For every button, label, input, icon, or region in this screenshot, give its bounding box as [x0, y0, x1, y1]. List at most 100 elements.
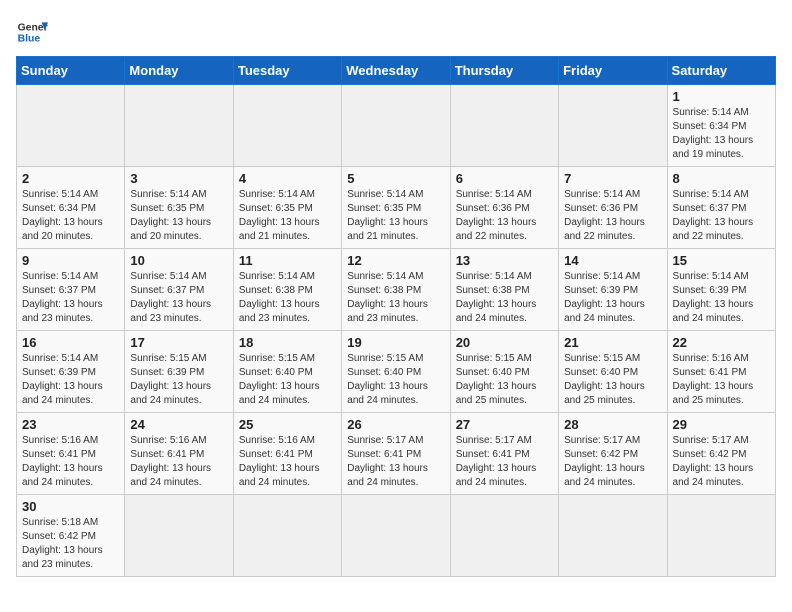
day-number: 21: [564, 335, 661, 350]
day-number: 30: [22, 499, 119, 514]
day-number: 15: [673, 253, 770, 268]
calendar-day-cell: 7Sunrise: 5:14 AM Sunset: 6:36 PM Daylig…: [559, 167, 667, 249]
day-info: Sunrise: 5:16 AM Sunset: 6:41 PM Dayligh…: [130, 434, 227, 490]
day-info: Sunrise: 5:14 AM Sunset: 6:36 PM Dayligh…: [456, 188, 553, 244]
day-info: Sunrise: 5:14 AM Sunset: 6:37 PM Dayligh…: [673, 188, 770, 244]
day-number: 10: [130, 253, 227, 268]
weekday-header-sunday: Sunday: [17, 57, 125, 85]
day-number: 26: [347, 417, 444, 432]
calendar-day-cell: 15 Sunrise: 5:14 AM Sunset: 6:39 PM Dayli…: [667, 249, 775, 331]
calendar-day-cell: 29Sunrise: 5:17 AM Sunset: 6:42 PM Dayli…: [667, 413, 775, 495]
day-number: 3: [130, 171, 227, 186]
calendar-day-cell: 8 Sunrise: 5:14 AM Sunset: 6:37 PM Daylig…: [667, 167, 775, 249]
day-number: 29: [673, 417, 770, 432]
day-info: Sunrise: 5:14 AM Sunset: 6:35 PM Dayligh…: [130, 188, 227, 244]
calendar-day-cell: 10 Sunrise: 5:14 AM Sunset: 6:37 PM Dayli…: [125, 249, 233, 331]
calendar-day-cell: 16 Sunrise: 5:14 AM Sunset: 6:39 PM Dayli…: [17, 331, 125, 413]
calendar-day-cell: [342, 495, 450, 577]
weekday-header-monday: Monday: [125, 57, 233, 85]
day-info: Sunrise: 5:14 AM Sunset: 6:39 PM Dayligh…: [22, 352, 119, 408]
logo-icon: General Blue: [16, 16, 48, 48]
day-info: Sunrise: 5:14 AM Sunset: 6:35 PM Dayligh…: [239, 188, 336, 244]
day-number: 11: [239, 253, 336, 268]
day-number: 12: [347, 253, 444, 268]
day-info: Sunrise: 5:14 AM Sunset: 6:39 PM Dayligh…: [673, 270, 770, 326]
day-info: Sunrise: 5:16 AM Sunset: 6:41 PM Dayligh…: [239, 434, 336, 490]
day-number: 23: [22, 417, 119, 432]
day-info: Sunrise: 5:15 AM Sunset: 6:40 PM Dayligh…: [456, 352, 553, 408]
calendar-day-cell: 11 Sunrise: 5:14 AM Sunset: 6:38 PM Dayli…: [233, 249, 341, 331]
calendar-day-cell: 28Sunrise: 5:17 AM Sunset: 6:42 PM Dayli…: [559, 413, 667, 495]
header: General Blue: [16, 16, 776, 48]
calendar: SundayMondayTuesdayWednesdayThursdayFrid…: [16, 56, 776, 577]
calendar-day-cell: 4 Sunrise: 5:14 AM Sunset: 6:35 PM Daylig…: [233, 167, 341, 249]
calendar-day-cell: 18Sunrise: 5:15 AM Sunset: 6:40 PM Dayli…: [233, 331, 341, 413]
calendar-day-cell: 22 Sunrise: 5:16 AM Sunset: 6:41 PM Dayli…: [667, 331, 775, 413]
calendar-week-row: 9 Sunrise: 5:14 AM Sunset: 6:37 PM Daylig…: [17, 249, 776, 331]
calendar-day-cell: 30Sunrise: 5:18 AM Sunset: 6:42 PM Dayli…: [17, 495, 125, 577]
calendar-day-cell: [233, 85, 341, 167]
calendar-day-cell: 9Sunrise: 5:14 AM Sunset: 6:37 PM Daylig…: [17, 249, 125, 331]
calendar-day-cell: [450, 495, 558, 577]
day-info: Sunrise: 5:15 AM Sunset: 6:40 PM Dayligh…: [347, 352, 444, 408]
day-number: 9: [22, 253, 119, 268]
day-number: 22: [673, 335, 770, 350]
day-info: Sunrise: 5:17 AM Sunset: 6:41 PM Dayligh…: [456, 434, 553, 490]
calendar-day-cell: 3 Sunrise: 5:14 AM Sunset: 6:35 PM Daylig…: [125, 167, 233, 249]
day-number: 1: [673, 89, 770, 104]
day-info: Sunrise: 5:17 AM Sunset: 6:42 PM Dayligh…: [564, 434, 661, 490]
day-info: Sunrise: 5:17 AM Sunset: 6:41 PM Dayligh…: [347, 434, 444, 490]
day-number: 2: [22, 171, 119, 186]
calendar-week-row: 16 Sunrise: 5:14 AM Sunset: 6:39 PM Dayli…: [17, 331, 776, 413]
calendar-day-cell: 5 Sunrise: 5:14 AM Sunset: 6:35 PM Daylig…: [342, 167, 450, 249]
calendar-week-row: 30Sunrise: 5:18 AM Sunset: 6:42 PM Dayli…: [17, 495, 776, 577]
day-number: 5: [347, 171, 444, 186]
weekday-header-saturday: Saturday: [667, 57, 775, 85]
calendar-day-cell: [559, 85, 667, 167]
calendar-day-cell: [342, 85, 450, 167]
day-info: Sunrise: 5:14 AM Sunset: 6:34 PM Dayligh…: [22, 188, 119, 244]
day-number: 13: [456, 253, 553, 268]
day-number: 17: [130, 335, 227, 350]
day-number: 19: [347, 335, 444, 350]
weekday-header-tuesday: Tuesday: [233, 57, 341, 85]
day-info: Sunrise: 5:14 AM Sunset: 6:38 PM Dayligh…: [347, 270, 444, 326]
day-number: 8: [673, 171, 770, 186]
calendar-day-cell: [450, 85, 558, 167]
day-number: 20: [456, 335, 553, 350]
day-info: Sunrise: 5:15 AM Sunset: 6:40 PM Dayligh…: [564, 352, 661, 408]
logo: General Blue: [16, 16, 48, 48]
day-info: Sunrise: 5:15 AM Sunset: 6:39 PM Dayligh…: [130, 352, 227, 408]
day-number: 25: [239, 417, 336, 432]
day-info: Sunrise: 5:16 AM Sunset: 6:41 PM Dayligh…: [673, 352, 770, 408]
day-number: 4: [239, 171, 336, 186]
day-number: 16: [22, 335, 119, 350]
calendar-day-cell: [125, 495, 233, 577]
weekday-header-thursday: Thursday: [450, 57, 558, 85]
calendar-day-cell: 25 Sunrise: 5:16 AM Sunset: 6:41 PM Dayli…: [233, 413, 341, 495]
calendar-day-cell: 13 Sunrise: 5:14 AM Sunset: 6:38 PM Dayli…: [450, 249, 558, 331]
calendar-day-cell: 14Sunrise: 5:14 AM Sunset: 6:39 PM Dayli…: [559, 249, 667, 331]
day-info: Sunrise: 5:16 AM Sunset: 6:41 PM Dayligh…: [22, 434, 119, 490]
weekday-header-wednesday: Wednesday: [342, 57, 450, 85]
day-number: 6: [456, 171, 553, 186]
calendar-day-cell: 24Sunrise: 5:16 AM Sunset: 6:41 PM Dayli…: [125, 413, 233, 495]
day-info: Sunrise: 5:14 AM Sunset: 6:38 PM Dayligh…: [456, 270, 553, 326]
calendar-day-cell: [17, 85, 125, 167]
calendar-day-cell: 21 Sunrise: 5:15 AM Sunset: 6:40 PM Dayli…: [559, 331, 667, 413]
calendar-day-cell: 12 Sunrise: 5:14 AM Sunset: 6:38 PM Dayli…: [342, 249, 450, 331]
calendar-day-cell: [125, 85, 233, 167]
calendar-day-cell: [667, 495, 775, 577]
calendar-week-row: 1Sunrise: 5:14 AM Sunset: 6:34 PM Daylig…: [17, 85, 776, 167]
calendar-day-cell: 26 Sunrise: 5:17 AM Sunset: 6:41 PM Dayli…: [342, 413, 450, 495]
calendar-day-cell: [559, 495, 667, 577]
calendar-day-cell: [233, 495, 341, 577]
calendar-week-row: 23 Sunrise: 5:16 AM Sunset: 6:41 PM Dayli…: [17, 413, 776, 495]
calendar-day-cell: 23 Sunrise: 5:16 AM Sunset: 6:41 PM Dayli…: [17, 413, 125, 495]
day-info: Sunrise: 5:14 AM Sunset: 6:37 PM Dayligh…: [130, 270, 227, 326]
day-info: Sunrise: 5:14 AM Sunset: 6:38 PM Dayligh…: [239, 270, 336, 326]
day-info: Sunrise: 5:14 AM Sunset: 6:35 PM Dayligh…: [347, 188, 444, 244]
day-number: 7: [564, 171, 661, 186]
calendar-day-cell: 2 Sunrise: 5:14 AM Sunset: 6:34 PM Daylig…: [17, 167, 125, 249]
weekday-header-friday: Friday: [559, 57, 667, 85]
